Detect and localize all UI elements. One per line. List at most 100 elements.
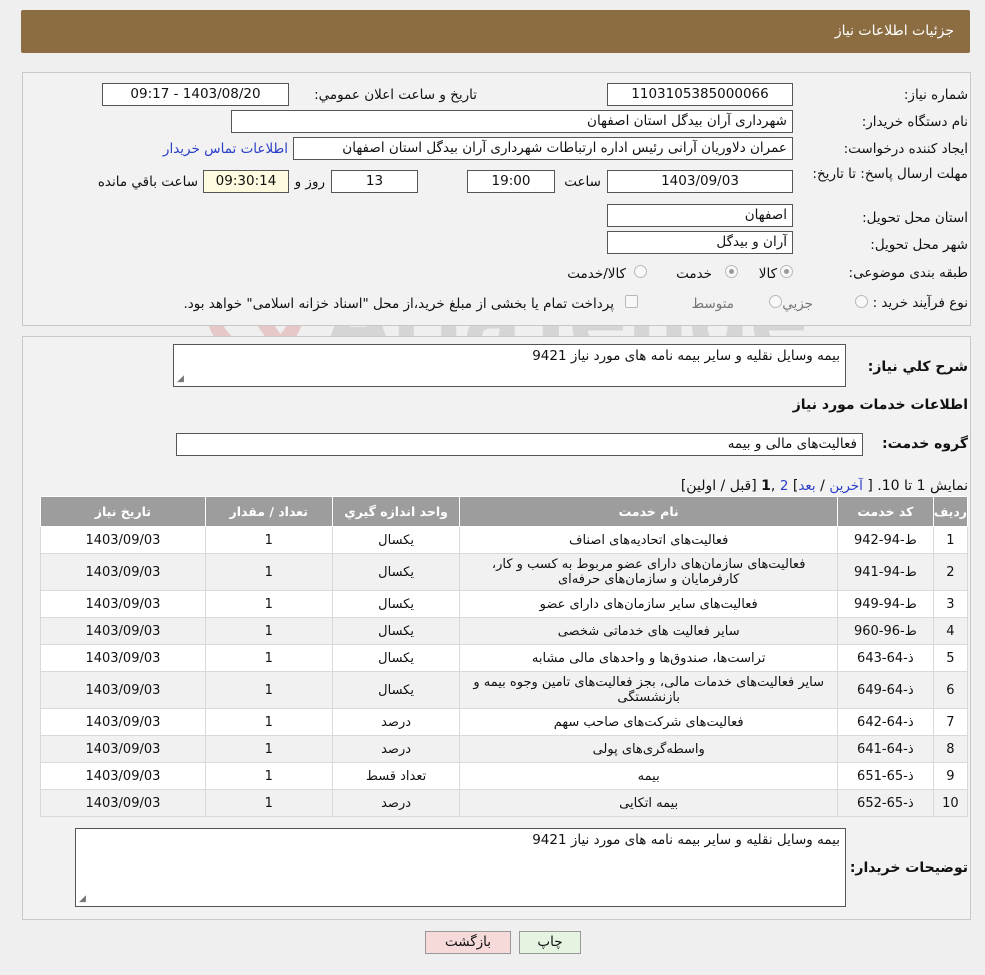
- cell-row-number: 9: [932, 762, 969, 790]
- cell-unit: یکسال: [331, 590, 461, 618]
- pagination-last-link[interactable]: آخرین: [829, 478, 863, 494]
- table-row: 8 ذ-64-641 واسطه‌گری‌های پولی درصد 1 1403/09/…: [40, 735, 969, 763]
- pagination-prev-first: [قبل / اولین]: [680, 478, 757, 494]
- summary-label: شرح کلي نياز:: [867, 359, 968, 375]
- cell-service-code: ذ-64-649: [836, 671, 934, 709]
- page-title: جزئیات اطلاعات نیاز: [834, 23, 954, 39]
- table-header-row: رديف کد خدمت نام خدمت واحد اندازه گيري ت…: [40, 496, 969, 527]
- province-field: اصفهان: [607, 204, 793, 227]
- services-title: اطلاعات خدمات مورد نياز: [792, 397, 968, 413]
- city-label: شهر محل تحويل:: [870, 237, 968, 253]
- process-minor-radio[interactable]: [855, 295, 868, 308]
- service-group-field: فعالیت‌های مالی و بیمه: [176, 433, 863, 456]
- buyer-label: نام دستگاه خريدار:: [861, 114, 968, 130]
- buyer-notes-text: بیمه وسایل نقلیه و سایر بیمه نامه های مو…: [532, 832, 840, 848]
- cell-unit: تعداد قسط: [331, 762, 461, 790]
- resize-grip-icon[interactable]: ◢: [79, 894, 86, 904]
- process-medium-radio[interactable]: [769, 295, 782, 308]
- col-unit: واحد اندازه گيري: [331, 496, 461, 527]
- back-button[interactable]: بازگشت: [425, 931, 511, 954]
- treasury-note: پرداخت تمام يا بخشی از مبلغ خريد،از محل …: [183, 296, 614, 312]
- cell-quantity: 1: [204, 789, 333, 817]
- table-row: 5 ذ-64-643 تراست‌ها، صندوق‌ها و واحدهای ما…: [40, 644, 969, 672]
- cell-service-code: ذ-64-641: [836, 735, 934, 763]
- process-minor-text: جزيي: [782, 296, 813, 312]
- category-service-text: خدمت: [676, 266, 712, 282]
- cell-need-date: 1403/09/03: [40, 735, 206, 763]
- cell-need-date: 1403/09/03: [40, 708, 206, 736]
- buyer-contact-link[interactable]: اطلاعات تماس خریدار: [163, 141, 288, 157]
- pagination-separator: /: [820, 478, 825, 494]
- need-number-label: شماره نیاز:: [903, 87, 968, 103]
- category-goods-radio[interactable]: [780, 265, 793, 278]
- pagination-comma: ,: [770, 478, 776, 494]
- table-row: 2 ط-94-941 فعالیت‌های سازمان‌های دارای عضو…: [40, 553, 969, 591]
- treasury-checkbox[interactable]: [625, 295, 638, 308]
- cell-service-name: فعالیت‌های اتحادیه‌های اصناف: [459, 526, 838, 554]
- buyer-notes-textarea[interactable]: بیمه وسایل نقلیه و سایر بیمه نامه های مو…: [75, 828, 846, 907]
- cell-quantity: 1: [204, 553, 333, 591]
- cell-unit: یکسال: [331, 553, 461, 591]
- pagination-next-link[interactable]: بعد: [798, 478, 815, 494]
- cell-row-number: 2: [932, 553, 969, 591]
- cell-quantity: 1: [204, 644, 333, 672]
- pagination-range: نمایش 1 تا 10.: [877, 478, 968, 494]
- province-label: استان محل تحويل:: [862, 210, 968, 226]
- city-field: آران و بیدگل: [607, 231, 793, 254]
- cell-need-date: 1403/09/03: [40, 617, 206, 645]
- cell-service-code: ذ-64-642: [836, 708, 934, 736]
- service-group-label: گروه خدمت:: [882, 436, 968, 452]
- cell-unit: یکسال: [331, 617, 461, 645]
- cell-service-name: فعالیت‌های شرکت‌های صاحب سهم: [459, 708, 838, 736]
- cell-need-date: 1403/09/03: [40, 671, 206, 709]
- cell-unit: یکسال: [331, 671, 461, 709]
- days-field: 13: [331, 170, 418, 193]
- cell-row-number: 5: [932, 644, 969, 672]
- cell-quantity: 1: [204, 762, 333, 790]
- table-row: 10 ذ-65-652 بیمه اتکایی درصد 1 1403/09/03: [40, 789, 969, 817]
- announce-label: تاریخ و ساعت اعلان عمومي:: [314, 87, 477, 103]
- col-service-code: کد خدمت: [836, 496, 934, 527]
- resize-grip-icon[interactable]: ◢: [177, 374, 184, 384]
- cell-need-date: 1403/09/03: [40, 644, 206, 672]
- cell-service-name: فعالیت‌های سازمان‌های دارای عضو مربوط به…: [459, 553, 838, 591]
- buyer-field: شهرداری آران بیدگل استان اصفهان: [231, 110, 793, 133]
- table-row: 6 ذ-64-649 سایر فعالیت‌های خدمات مالی، بجز…: [40, 671, 969, 709]
- process-label: نوع فرآيند خريد :: [872, 295, 968, 311]
- cell-unit: یکسال: [331, 526, 461, 554]
- category-both-radio[interactable]: [634, 265, 647, 278]
- cell-service-name: بیمه اتکایی: [459, 789, 838, 817]
- remaining-label: ساعت باقي مانده: [97, 174, 198, 190]
- category-service-radio[interactable]: [725, 265, 738, 278]
- cell-unit: درصد: [331, 735, 461, 763]
- summary-textarea[interactable]: بیمه وسایل نقلیه و سایر بیمه نامه های مو…: [173, 344, 846, 387]
- creator-field: عمران دلاوریان آرانی رئیس اداره ارتباطات…: [293, 137, 793, 160]
- category-both-text: کالا/خدمت: [567, 266, 626, 282]
- summary-text: بیمه وسایل نقلیه و سایر بیمه نامه های مو…: [532, 348, 840, 364]
- creator-label: ايجاد کننده درخواست:: [843, 141, 968, 157]
- table-row: 9 ذ-65-651 بیمه تعداد قسط 1 1403/09/03: [40, 762, 969, 790]
- cell-service-code: ط-94-941: [836, 553, 934, 591]
- deadline-time-field: 19:00: [467, 170, 555, 193]
- cell-unit: یکسال: [331, 644, 461, 672]
- cell-quantity: 1: [204, 526, 333, 554]
- cell-row-number: 1: [932, 526, 969, 554]
- cell-need-date: 1403/09/03: [40, 526, 206, 554]
- pagination-page-2-link[interactable]: 2: [780, 478, 789, 494]
- cell-quantity: 1: [204, 708, 333, 736]
- cell-row-number: 6: [932, 671, 969, 709]
- print-button[interactable]: چاپ: [519, 931, 581, 954]
- cell-row-number: 8: [932, 735, 969, 763]
- table-row: 4 ط-96-960 سایر فعالیت های خدماتی شخصی یکسا…: [40, 617, 969, 645]
- cell-quantity: 1: [204, 735, 333, 763]
- cell-row-number: 7: [932, 708, 969, 736]
- deadline-label: مهلت ارسال پاسخ: تا تاريخ:: [812, 166, 968, 182]
- announce-datetime-field: 1403/08/20 - 09:17: [102, 83, 289, 106]
- deadline-time-label: ساعت: [564, 174, 601, 190]
- cell-quantity: 1: [204, 617, 333, 645]
- col-quantity: تعداد / مقدار: [204, 496, 333, 527]
- cell-service-code: ط-94-949: [836, 590, 934, 618]
- pagination-bar: نمایش 1 تا 10. [ آخرین / بعد] 2 ,1 [قبل …: [681, 478, 968, 494]
- cell-service-name: فعالیت‌های سایر سازمان‌های دارای عضو: [459, 590, 838, 618]
- table-row: 1 ط-94-942 فعالیت‌های اتحادیه‌های اصناف یکس…: [40, 526, 969, 554]
